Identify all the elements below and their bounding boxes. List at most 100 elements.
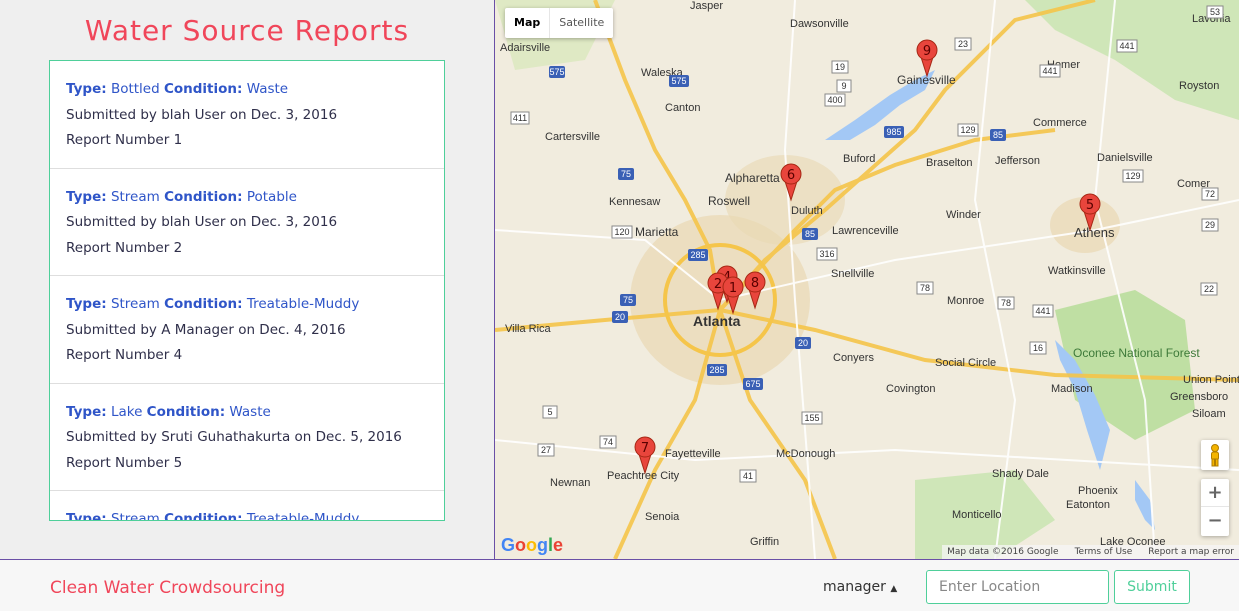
report-condition: Treatable-Muddy	[246, 511, 360, 521]
list-item[interactable]: Type: Lake Condition: Waste Submitted by…	[50, 384, 444, 491]
place-label: Kennesaw	[609, 196, 660, 208]
place-label: Eatonton	[1066, 499, 1110, 511]
report-submitted: Submitted by blah User on Dec. 3, 2016	[66, 214, 338, 230]
place-label: Covington	[886, 383, 936, 395]
route-shield: 75	[618, 168, 634, 180]
place-label: Griffin	[750, 536, 779, 548]
report-error-link[interactable]: Report a map error	[1148, 545, 1234, 559]
route-shield: 41	[739, 469, 757, 483]
type-label: Type:	[66, 81, 107, 97]
location-input[interactable]	[926, 570, 1109, 604]
svg-text:78: 78	[1001, 298, 1011, 308]
submit-button[interactable]: Submit	[1114, 570, 1190, 604]
map-canvas[interactable]: Jasper Dawsonville Lavonia Adairsville W…	[495, 0, 1239, 559]
place-label: Duluth	[791, 205, 823, 217]
svg-text:78: 78	[920, 283, 930, 293]
place-label: Greensboro	[1170, 391, 1228, 403]
svg-text:7: 7	[641, 441, 649, 456]
route-shield: 75	[620, 294, 636, 306]
street-view-button[interactable]	[1201, 440, 1229, 470]
svg-text:29: 29	[1205, 220, 1215, 230]
report-type: Bottled	[110, 81, 160, 97]
terms-link[interactable]: Terms of Use	[1075, 545, 1133, 559]
list-item[interactable]: Type: Stream Condition: Treatable-Muddy	[50, 491, 444, 521]
report-type: Stream	[110, 511, 160, 521]
route-shield: 20	[795, 337, 811, 349]
svg-text:75: 75	[623, 295, 633, 305]
route-shield: 78	[916, 281, 934, 295]
route-shield: 411	[510, 111, 530, 125]
place-label: Winder	[946, 209, 981, 221]
svg-text:20: 20	[615, 312, 625, 322]
list-item[interactable]: Type: Stream Condition: Treatable-Muddy …	[50, 276, 444, 384]
route-shield: 74	[599, 435, 617, 449]
svg-text:1: 1	[729, 281, 737, 296]
report-list[interactable]: Type: Bottled Condition: Waste Submitted…	[49, 60, 445, 521]
svg-text:53: 53	[1210, 7, 1220, 17]
svg-text:129: 129	[1125, 171, 1140, 181]
report-submitted: Submitted by blah User on Dec. 3, 2016	[66, 106, 338, 123]
place-label: Roswell	[708, 194, 750, 208]
place-label: Lawrenceville	[832, 225, 899, 237]
svg-text:85: 85	[805, 229, 815, 239]
condition-label: Condition:	[163, 81, 243, 97]
svg-text:2: 2	[714, 277, 722, 292]
road	[495, 199, 1239, 302]
map-data-credit: Map data ©2016 Google	[947, 547, 1059, 557]
pegman-icon	[1211, 444, 1219, 467]
type-label: Type:	[66, 296, 107, 312]
brand-title[interactable]: Clean Water Crowdsourcing	[50, 578, 285, 598]
place-label: McDonough	[776, 448, 835, 460]
place-label: Madison	[1051, 383, 1093, 395]
list-item[interactable]: Type: Stream Condition: Potable Submitte…	[50, 169, 444, 276]
svg-text:16: 16	[1033, 343, 1043, 353]
route-shield: 985	[884, 126, 904, 138]
caret-up-icon: ▲	[890, 584, 898, 594]
place-label: Monroe	[947, 295, 984, 307]
svg-text:285: 285	[690, 250, 705, 260]
svg-text:441: 441	[1035, 306, 1050, 316]
page-title: Water Source Reports	[84, 14, 410, 47]
svg-text:85: 85	[993, 130, 1003, 140]
map-attribution: Map data ©2016 Google Terms of Use Repor…	[942, 545, 1239, 559]
svg-text:5: 5	[547, 407, 552, 417]
report-number: Report Number 1	[66, 132, 183, 148]
place-label: Watkinsville	[1048, 265, 1106, 277]
place-label: Adairsville	[500, 42, 550, 54]
map-view[interactable]: Jasper Dawsonville Lavonia Adairsville W…	[495, 0, 1239, 559]
place-label: Monticello	[952, 509, 1002, 521]
place-label: Villa Rica	[505, 323, 552, 335]
place-label: Braselton	[926, 157, 972, 169]
reports-panel: Water Source Reports Type: Bottled Condi…	[0, 0, 494, 559]
route-shield: 23	[954, 37, 972, 51]
route-shield: 85	[802, 228, 818, 240]
report-condition: Treatable-Muddy	[246, 296, 360, 312]
place-label: Commerce	[1033, 117, 1087, 129]
user-menu[interactable]: manager ▲	[823, 579, 897, 595]
route-shield: 5	[542, 405, 558, 419]
user-name: manager	[823, 579, 886, 595]
svg-text:316: 316	[819, 249, 834, 259]
svg-text:441: 441	[1042, 66, 1057, 76]
svg-text:675: 675	[745, 379, 760, 389]
place-label: Buford	[843, 153, 875, 165]
report-submitted: Submitted by A Manager on Dec. 4, 2016	[66, 321, 346, 338]
place-label: Marietta	[635, 225, 679, 239]
svg-text:985: 985	[886, 127, 901, 137]
route-shield: 675	[743, 378, 763, 390]
zoom-out-button[interactable]: −	[1201, 507, 1229, 535]
report-submitted: Submitted by Sruti Guhathakurta on Dec. …	[66, 429, 402, 445]
route-shield: 129	[1122, 169, 1144, 183]
route-shield: 16	[1029, 341, 1047, 355]
zoom-control: + −	[1201, 479, 1229, 536]
zoom-in-button[interactable]: +	[1201, 479, 1229, 507]
place-label: Fayetteville	[665, 448, 721, 460]
svg-text:22: 22	[1204, 284, 1214, 294]
place-label: Union Point	[1183, 374, 1239, 386]
route-shield: 29	[1201, 218, 1219, 232]
map-type-map-button[interactable]: Map	[505, 8, 551, 38]
map-type-satellite-button[interactable]: Satellite	[550, 8, 613, 38]
list-item[interactable]: Type: Bottled Condition: Waste Submitted…	[50, 61, 444, 169]
place-label: Phoenix	[1078, 485, 1118, 497]
route-shield: 20	[612, 311, 628, 323]
